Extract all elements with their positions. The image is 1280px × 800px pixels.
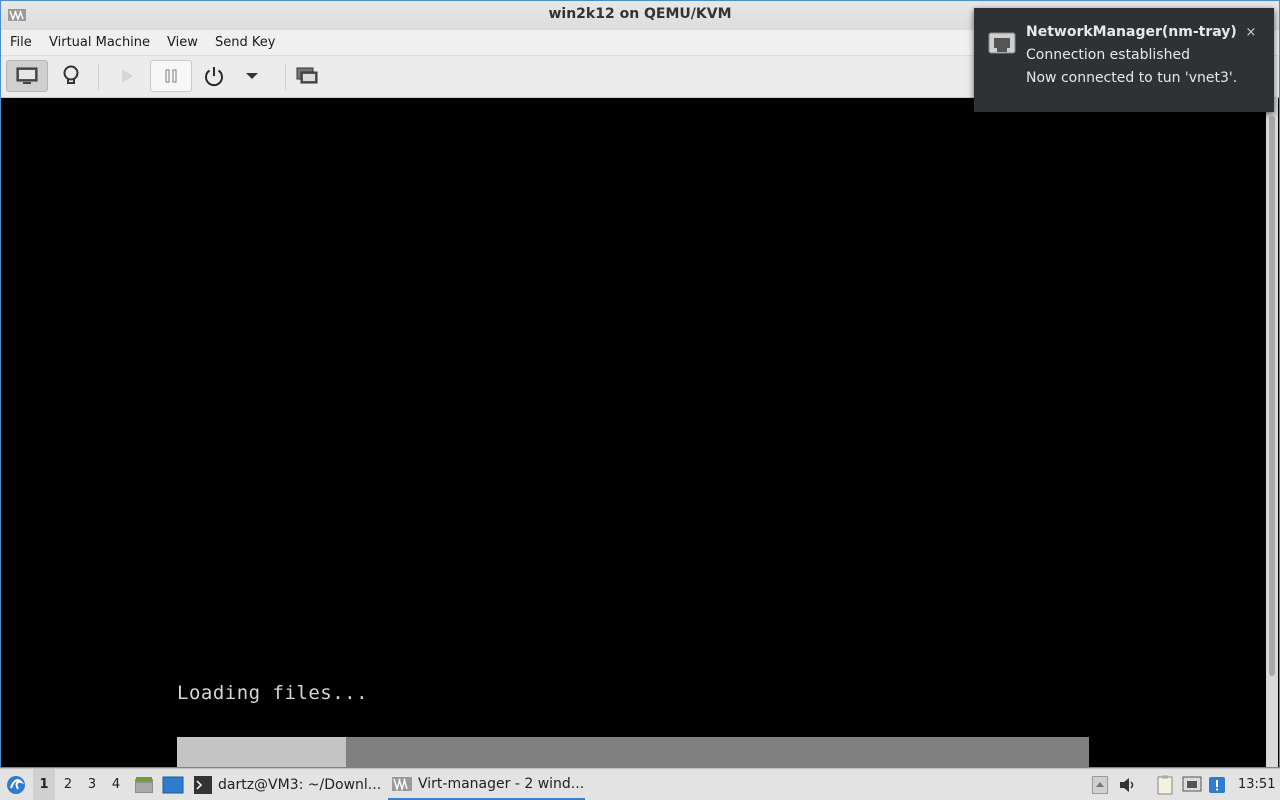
desktop-3[interactable]: 3 <box>81 769 103 800</box>
power-icon <box>205 67 223 87</box>
clock[interactable]: 13:51 <box>1238 769 1275 800</box>
virt-manager-window: win2k12 on QEMU/KVM File Virtual Machine… <box>0 0 1280 768</box>
power-menu-button[interactable] <box>232 60 272 92</box>
loading-progress-bar <box>177 737 1089 767</box>
desktop-icon <box>162 776 184 793</box>
scrollbar-thumb[interactable] <box>1269 116 1275 676</box>
terminal-icon <box>194 775 212 794</box>
pause-button[interactable] <box>150 60 192 92</box>
notification-title: NetworkManager(nm-tray) <box>1026 24 1237 40</box>
toolbar-separator <box>98 64 99 90</box>
menu-virtual-machine[interactable]: Virtual Machine <box>49 35 150 50</box>
tray-expand-button[interactable] <box>1090 769 1110 800</box>
chevron-down-icon <box>246 73 258 79</box>
power-button[interactable] <box>193 60 235 92</box>
notification-body-line2: Now connected to tun 'vnet3'. <box>1026 70 1238 86</box>
console-icon <box>16 67 38 84</box>
network-wired-icon <box>1182 776 1202 791</box>
file-manager-launcher[interactable] <box>133 769 155 800</box>
chevron-up-icon <box>1092 775 1108 794</box>
task-label: dartz@VM3: ~/Downl... <box>218 776 382 793</box>
play-icon <box>122 69 133 83</box>
vertical-scrollbar[interactable] <box>1266 98 1278 767</box>
network-notification[interactable]: NetworkManager(nm-tray) Connection estab… <box>974 8 1274 112</box>
vm-console-display[interactable]: Loading files... <box>3 98 1265 767</box>
pause-icon <box>165 69 177 83</box>
menu-view[interactable]: View <box>167 35 198 50</box>
desktop-2[interactable]: 2 <box>57 769 79 800</box>
progress-fill <box>177 737 346 767</box>
start-menu-icon <box>7 775 25 794</box>
info-update-icon <box>1209 776 1225 793</box>
network-wired-icon <box>988 32 1016 54</box>
menu-send-key[interactable]: Send Key <box>215 35 275 50</box>
folder-icon <box>135 776 153 793</box>
notification-body-line1: Connection established <box>1026 47 1190 63</box>
fullscreen-button[interactable] <box>286 60 328 92</box>
taskbar-task-virt-manager[interactable]: Virt-manager - 2 wind... <box>388 769 585 800</box>
menu-file[interactable]: File <box>10 35 32 50</box>
desktop-1[interactable]: 1 <box>33 769 55 800</box>
start-menu-button[interactable] <box>4 769 28 800</box>
volume-icon <box>1120 777 1134 792</box>
virt-manager-icon <box>392 776 412 791</box>
task-label: Virt-manager - 2 wind... <box>418 775 585 792</box>
taskbar-task-terminal[interactable]: dartz@VM3: ~/Downl... <box>190 769 386 800</box>
desktop-4[interactable]: 4 <box>105 769 127 800</box>
clipboard-icon <box>1157 775 1173 794</box>
lightbulb-icon <box>63 65 79 84</box>
clipboard-tray-button[interactable] <box>1154 769 1176 800</box>
loading-text: Loading files... <box>177 682 369 704</box>
run-button[interactable] <box>106 60 148 92</box>
console-button[interactable] <box>6 60 48 92</box>
taskbar: 1 2 3 4 dartz@VM3: ~/Downl... Virt-manag… <box>0 768 1280 800</box>
volume-tray-button[interactable] <box>1117 769 1139 800</box>
show-desktop-launcher[interactable] <box>161 769 185 800</box>
details-button[interactable] <box>50 60 92 92</box>
updates-tray-button[interactable] <box>1207 769 1227 800</box>
fullscreen-icon <box>296 67 318 84</box>
network-tray-button[interactable] <box>1181 769 1203 800</box>
close-icon[interactable]: × <box>1242 24 1260 42</box>
